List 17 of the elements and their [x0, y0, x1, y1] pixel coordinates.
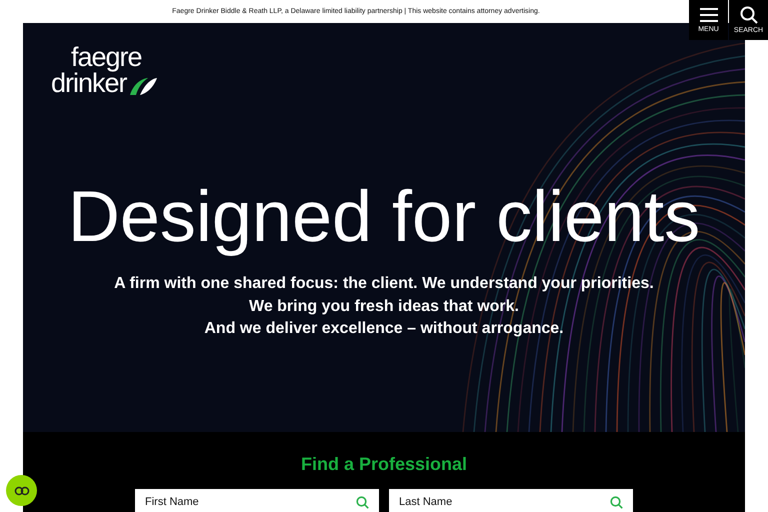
cookie-icon [14, 486, 30, 496]
logo-swoosh-icon [128, 76, 158, 96]
cookie-settings-button[interactable] [6, 475, 37, 506]
hero-text: We bring you fresh ideas that work. [248, 296, 520, 316]
hero-text: A firm with one shared focus: the client. We understand your priorities. [114, 274, 654, 294]
name-input[interactable]: First Name [145, 496, 350, 508]
find-heading: Find a Professional [300, 454, 468, 475]
hero-text: And we deliver excellence – without arrogance. [203, 319, 565, 339]
menu-icon [698, 6, 718, 22]
search-icon [740, 6, 758, 24]
logo-text: drinker [51, 70, 127, 96]
name-search-field[interactable]: First Name [135, 489, 379, 512]
search-icon [610, 496, 623, 508]
logo-text: faegre [70, 45, 143, 71]
search-icon [356, 496, 369, 508]
name-input[interactable]: Last Name [399, 496, 604, 508]
name-search-field[interactable]: Last Name [389, 489, 633, 512]
